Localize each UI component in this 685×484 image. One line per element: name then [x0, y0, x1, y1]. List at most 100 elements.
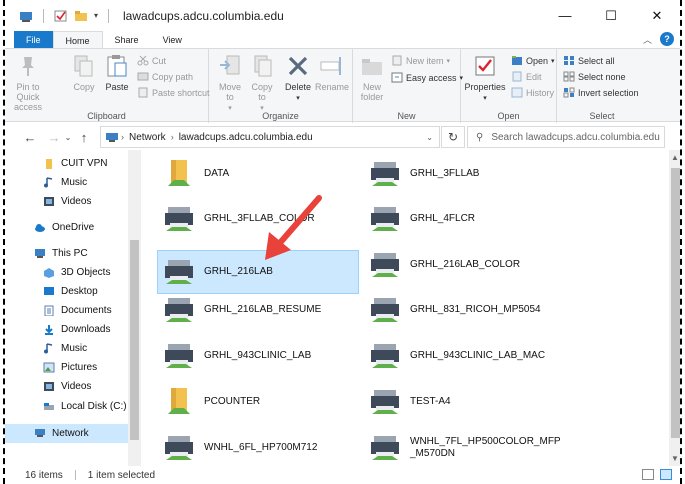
nav-item-documents[interactable]: Documents: [43, 301, 112, 320]
network-printer-icon: [371, 390, 399, 414]
open-button[interactable]: Open ▾: [511, 55, 555, 66]
scroll-up-icon[interactable]: ▲: [671, 153, 679, 162]
annotation-arrow: [265, 195, 322, 260]
paste-shortcut-button[interactable]: Paste shortcut: [137, 87, 210, 98]
copy-path-button[interactable]: Copy path: [137, 71, 193, 82]
forward-arrow-icon[interactable]: →: [45, 130, 63, 145]
history-icon: [511, 87, 523, 98]
nav-item-pictures[interactable]: Pictures: [43, 358, 97, 377]
maximize-button[interactable]: ☐: [588, 0, 634, 31]
item-label: GRHL_216LAB: [204, 266, 273, 277]
list-item-wnhl-6fl[interactable]: WNHL_6FL_HP700M712: [157, 426, 359, 466]
nav-label: This PC: [52, 248, 88, 259]
address-dropdown-icon[interactable]: ⌄: [426, 133, 433, 142]
list-item-grhl-216lab-color[interactable]: GRHL_216LAB_COLOR: [363, 243, 565, 287]
item-label: GRHL_831_RICOH_MP5054: [410, 304, 541, 315]
pin-quick-access-button[interactable]: Pin to Quick access: [11, 53, 45, 112]
nav-item-network[interactable]: Network: [5, 424, 129, 443]
delete-button[interactable]: Delete ▾: [283, 53, 313, 104]
nav-item-videos-2[interactable]: Videos: [43, 377, 91, 396]
scroll-down-icon[interactable]: ▼: [671, 454, 679, 463]
recent-locations-chevron-icon[interactable]: ⌄: [63, 133, 73, 142]
nav-item-3d-objects[interactable]: 3D Objects: [43, 263, 110, 282]
customize-chevron-icon[interactable]: ▾: [94, 11, 98, 20]
copy-to-button[interactable]: Copy to ▾: [247, 53, 277, 114]
select-all-button[interactable]: Select all: [563, 55, 615, 66]
nav-scrollbar[interactable]: [128, 150, 141, 466]
copy-button[interactable]: Copy: [69, 53, 99, 92]
nav-item-this-pc[interactable]: This PC: [34, 244, 88, 263]
3d-objects-icon: [44, 268, 54, 278]
list-item-grhl-3fllab[interactable]: GRHL_3FLLAB: [363, 152, 565, 196]
clipboard-group-label: Clipboard: [87, 111, 126, 121]
open-group-label: Open: [497, 111, 520, 121]
list-item-grhl-4flcr[interactable]: GRHL_4FLCR: [363, 197, 565, 241]
breadcrumb-network[interactable]: Network: [129, 132, 166, 143]
list-item-data[interactable]: DATA: [157, 152, 359, 196]
file-list-scrollbar-thumb[interactable]: [671, 168, 680, 438]
nav-item-local-disk[interactable]: Local Disk (C:): [43, 397, 127, 416]
onedrive-icon: [35, 224, 45, 232]
nav-item-music[interactable]: Music: [43, 173, 87, 192]
properties-button[interactable]: Properties ▾: [463, 53, 507, 104]
edit-button[interactable]: Edit: [511, 71, 542, 82]
new-group-label: New: [397, 111, 416, 121]
minimize-button[interactable]: —: [542, 0, 588, 31]
nav-item-onedrive[interactable]: OneDrive: [34, 218, 94, 237]
network-printer-icon: [371, 253, 399, 277]
list-item-wnhl-7fl[interactable]: WNHL_7FL_HP500COLOR_MFP_M570DN: [363, 426, 569, 466]
list-item-test-a4[interactable]: TEST-A4: [363, 380, 565, 424]
up-arrow-icon[interactable]: ↑: [75, 130, 93, 145]
close-button[interactable]: ✕: [634, 0, 680, 31]
nav-scrollbar-thumb[interactable]: [130, 240, 139, 440]
select-none-button[interactable]: Select none: [563, 71, 626, 82]
tab-view[interactable]: View: [151, 31, 194, 49]
search-input[interactable]: ⚲ Search lawadcups.adcu.columbia.edu: [467, 126, 665, 148]
list-item-grhl-943clinic-lab[interactable]: GRHL_943CLINIC_LAB: [157, 334, 359, 378]
address-bar[interactable]: › Network › lawadcups.adcu.columbia.edu …: [100, 126, 440, 148]
move-to-button[interactable]: Move to ▾: [215, 53, 245, 114]
quick-access-toolbar: ▾ lawadcups.adcu.columbia.edu: [5, 8, 284, 23]
nav-item-videos[interactable]: Videos: [43, 192, 91, 211]
properties-check-icon[interactable]: [54, 10, 68, 22]
new-folder-button[interactable]: New folder: [357, 53, 387, 102]
tab-share[interactable]: Share: [103, 31, 151, 49]
help-icon[interactable]: ?: [660, 32, 674, 46]
open-icon: [512, 56, 522, 65]
back-arrow-icon[interactable]: ←: [21, 130, 39, 145]
file-list-scrollbar[interactable]: ▲ ▼: [669, 150, 680, 466]
search-icon: ⚲: [476, 131, 484, 143]
tab-home[interactable]: Home: [52, 31, 103, 49]
breadcrumb-host[interactable]: lawadcups.adcu.columbia.edu: [179, 132, 313, 143]
list-item-pcounter[interactable]: PCOUNTER: [157, 380, 359, 424]
refresh-button[interactable]: ↻: [441, 126, 465, 148]
tab-file[interactable]: File: [14, 31, 53, 49]
easy-access-button[interactable]: Easy access ▾: [391, 72, 463, 83]
list-item-grhl-831-ricoh[interactable]: GRHL_831_RICOH_MP5054: [363, 288, 565, 332]
copy-label: Copy: [73, 82, 95, 92]
cut-button[interactable]: Cut: [137, 55, 166, 66]
nav-item-downloads[interactable]: Downloads: [43, 320, 110, 339]
breadcrumb-chevron-icon[interactable]: ›: [171, 132, 174, 142]
paste-button[interactable]: Paste: [102, 53, 132, 92]
history-button[interactable]: History: [511, 87, 554, 98]
invert-selection-button[interactable]: Invert selection: [563, 87, 639, 98]
new-item-button[interactable]: New item ▾: [391, 55, 450, 66]
move-to-label: Move to: [218, 82, 241, 102]
nav-item-cuit-vpn[interactable]: CUIT VPN: [43, 154, 108, 173]
videos-icon: [44, 382, 54, 391]
item-label: GRHL_943CLINIC_LAB: [204, 350, 312, 361]
ribbon-collapse-icon[interactable]: ︿: [643, 33, 652, 46]
breadcrumb-chevron-icon[interactable]: ›: [121, 132, 124, 142]
list-item-grhl-216lab-resume[interactable]: GRHL_216LAB_RESUME: [157, 288, 359, 332]
details-view-icon[interactable]: [642, 469, 654, 480]
nav-item-music-2[interactable]: Music: [43, 339, 87, 358]
properties-chevron-icon: ▾: [483, 95, 487, 102]
nav-item-desktop[interactable]: Desktop: [43, 282, 98, 301]
easy-access-icon: [391, 72, 403, 83]
new-folder-icon[interactable]: [74, 10, 88, 22]
list-item-grhl-943clinic-lab-mac[interactable]: GRHL_943CLINIC_LAB_MAC: [363, 334, 565, 378]
nav-label: Desktop: [61, 286, 98, 297]
tiles-view-icon[interactable]: [660, 469, 672, 480]
rename-button[interactable]: Rename: [315, 53, 349, 92]
